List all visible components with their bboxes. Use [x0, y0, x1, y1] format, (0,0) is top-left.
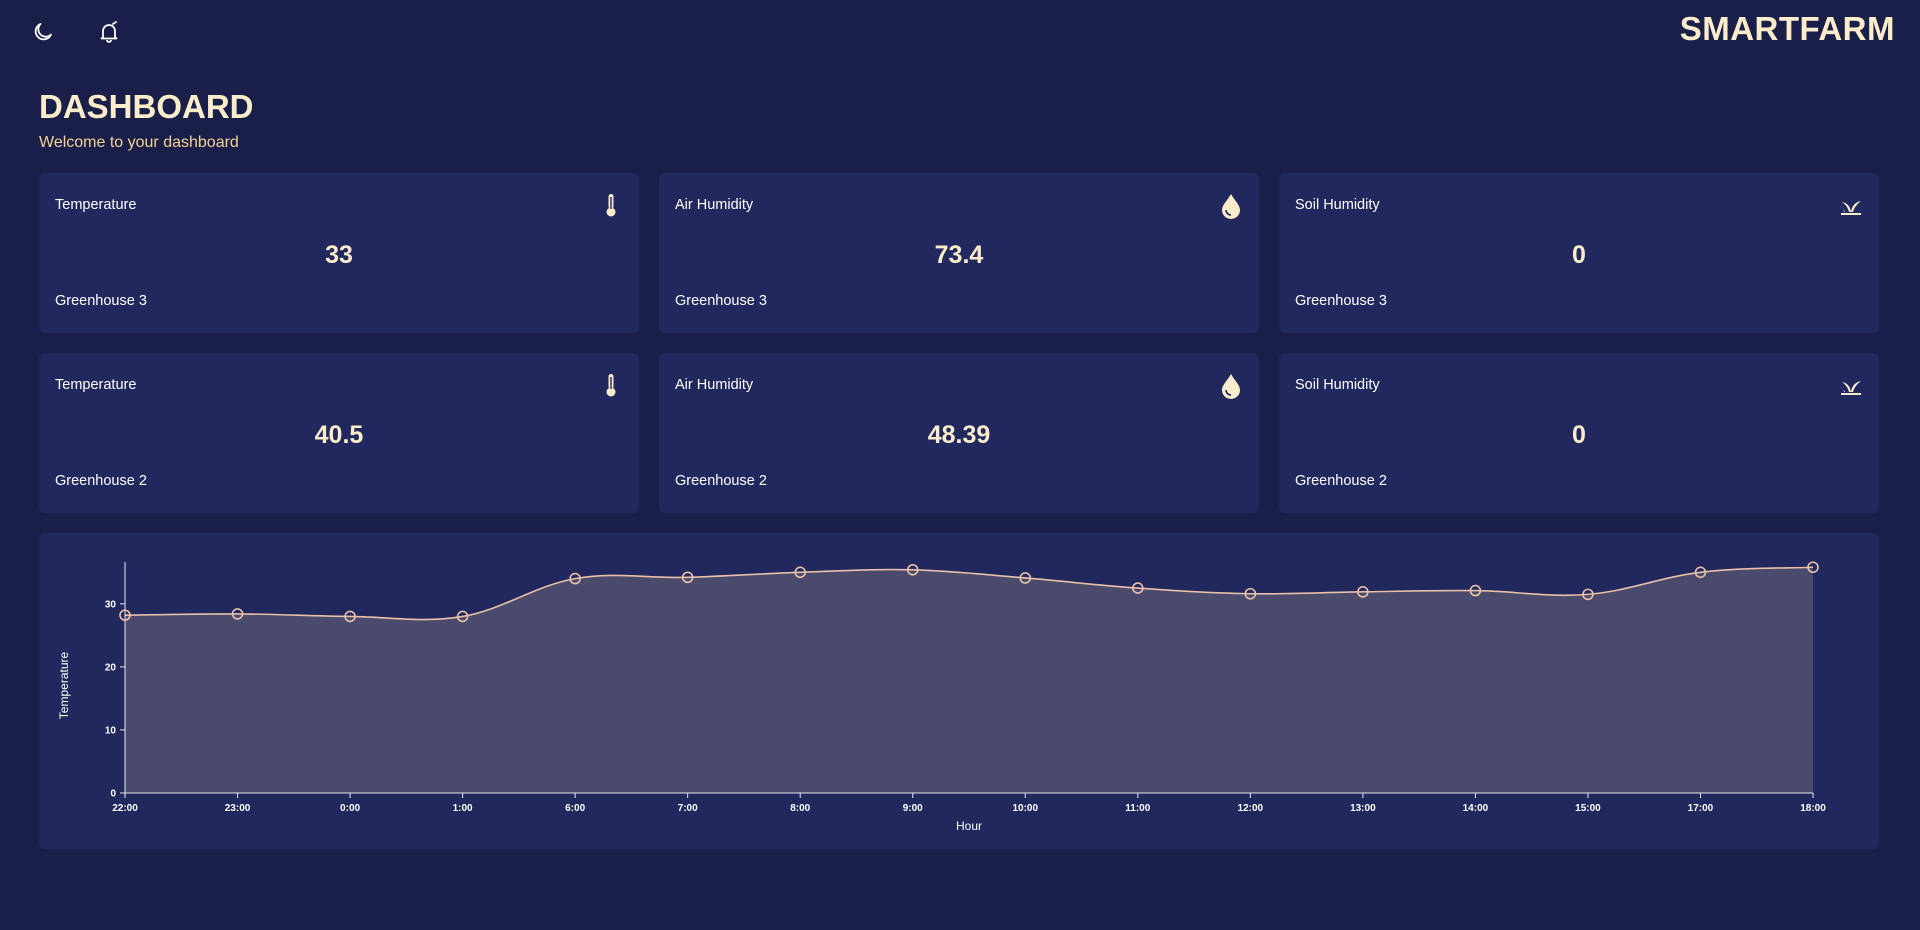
stat-card-temperature-gh2: Temperature 40.5 Greenhouse 2: [39, 353, 639, 513]
stat-card-soil-humidity-gh2: Soil Humidity 0 Greenhouse 2: [1279, 353, 1879, 513]
moon-icon[interactable]: [29, 18, 57, 46]
page-title: DASHBOARD: [39, 88, 254, 125]
x-axis-title: Hour: [956, 819, 982, 833]
y-tick-label: 0: [110, 789, 116, 800]
card-title: Temperature: [55, 197, 137, 213]
card-location: Greenhouse 2: [675, 473, 767, 489]
brand-logo[interactable]: SMARTFARM: [1680, 10, 1895, 48]
x-tick-label: 11:00: [1125, 803, 1150, 814]
x-tick-label: 0:00: [340, 803, 360, 814]
x-tick-label: 1:00: [453, 803, 473, 814]
page-header: DASHBOARD Welcome to your dashboard: [39, 87, 254, 152]
card-value: 73.4: [934, 241, 984, 269]
x-tick-label: 7:00: [678, 803, 698, 814]
card-value: 48.39: [927, 421, 991, 449]
card-value: 40.5: [314, 421, 364, 449]
card-location: Greenhouse 3: [55, 293, 147, 309]
x-tick-label: 8:00: [790, 803, 810, 814]
card-location: Greenhouse 3: [1295, 293, 1387, 309]
x-tick-label: 17:00: [1688, 803, 1714, 814]
y-axis-title: Temperature: [57, 651, 71, 719]
y-tick-label: 30: [105, 599, 117, 610]
stat-card-air-humidity-gh3: Air Humidity 73.4 Greenhouse 3: [659, 173, 1259, 333]
card-title: Soil Humidity: [1295, 377, 1380, 393]
y-tick-label: 20: [105, 662, 117, 673]
x-tick-label: 10:00: [1012, 803, 1038, 814]
area-fill: [125, 567, 1813, 793]
stat-card-air-humidity-gh2: Air Humidity 48.39 Greenhouse 2: [659, 353, 1259, 513]
x-tick-label: 15:00: [1575, 803, 1601, 814]
card-location: Greenhouse 2: [1295, 473, 1387, 489]
card-title: Air Humidity: [675, 377, 754, 393]
card-location: Greenhouse 2: [55, 473, 147, 489]
page-subtitle: Welcome to your dashboard: [39, 134, 239, 151]
y-tick-label: 10: [105, 725, 117, 736]
bell-icon[interactable]: [95, 18, 123, 46]
card-location: Greenhouse 3: [675, 293, 767, 309]
stat-card-temperature-gh3: Temperature 33 Greenhouse 3: [39, 173, 639, 333]
card-value: 0: [1572, 421, 1586, 449]
x-tick-label: 6:00: [565, 803, 585, 814]
x-tick-label: 12:00: [1238, 803, 1264, 814]
x-tick-label: 22:00: [112, 803, 138, 814]
thermometer-icon: [599, 191, 623, 219]
card-value: 33: [325, 241, 353, 269]
card-title: Soil Humidity: [1295, 197, 1380, 213]
droplet-icon: [1219, 191, 1243, 219]
x-tick-label: 18:00: [1800, 803, 1826, 814]
temperature-area-chart: 0 10 20 30 22:00 23:00 0:00 1:00 6:00 7:00 8:00 9:0…: [57, 561, 1826, 833]
x-tick-label: 23:00: [225, 803, 251, 814]
x-tick-label: 14:00: [1463, 803, 1489, 814]
soil-sprout-icon: [1839, 371, 1863, 399]
top-bar: SMARTFARM: [0, 0, 1920, 60]
x-tick-label: 13:00: [1350, 803, 1376, 814]
x-tick-label: 9:00: [903, 803, 923, 814]
stat-card-soil-humidity-gh3: Soil Humidity 0 Greenhouse 3: [1279, 173, 1879, 333]
card-title: Air Humidity: [675, 197, 754, 213]
card-value: 0: [1572, 241, 1586, 269]
card-title: Temperature: [55, 377, 137, 393]
temperature-chart: 0 10 20 30 22:00 23:00 0:00 1:00 6:00 7:00 8:00 9:0…: [39, 533, 1879, 849]
droplet-icon: [1219, 371, 1243, 399]
thermometer-icon: [599, 371, 623, 399]
soil-sprout-icon: [1839, 191, 1863, 219]
